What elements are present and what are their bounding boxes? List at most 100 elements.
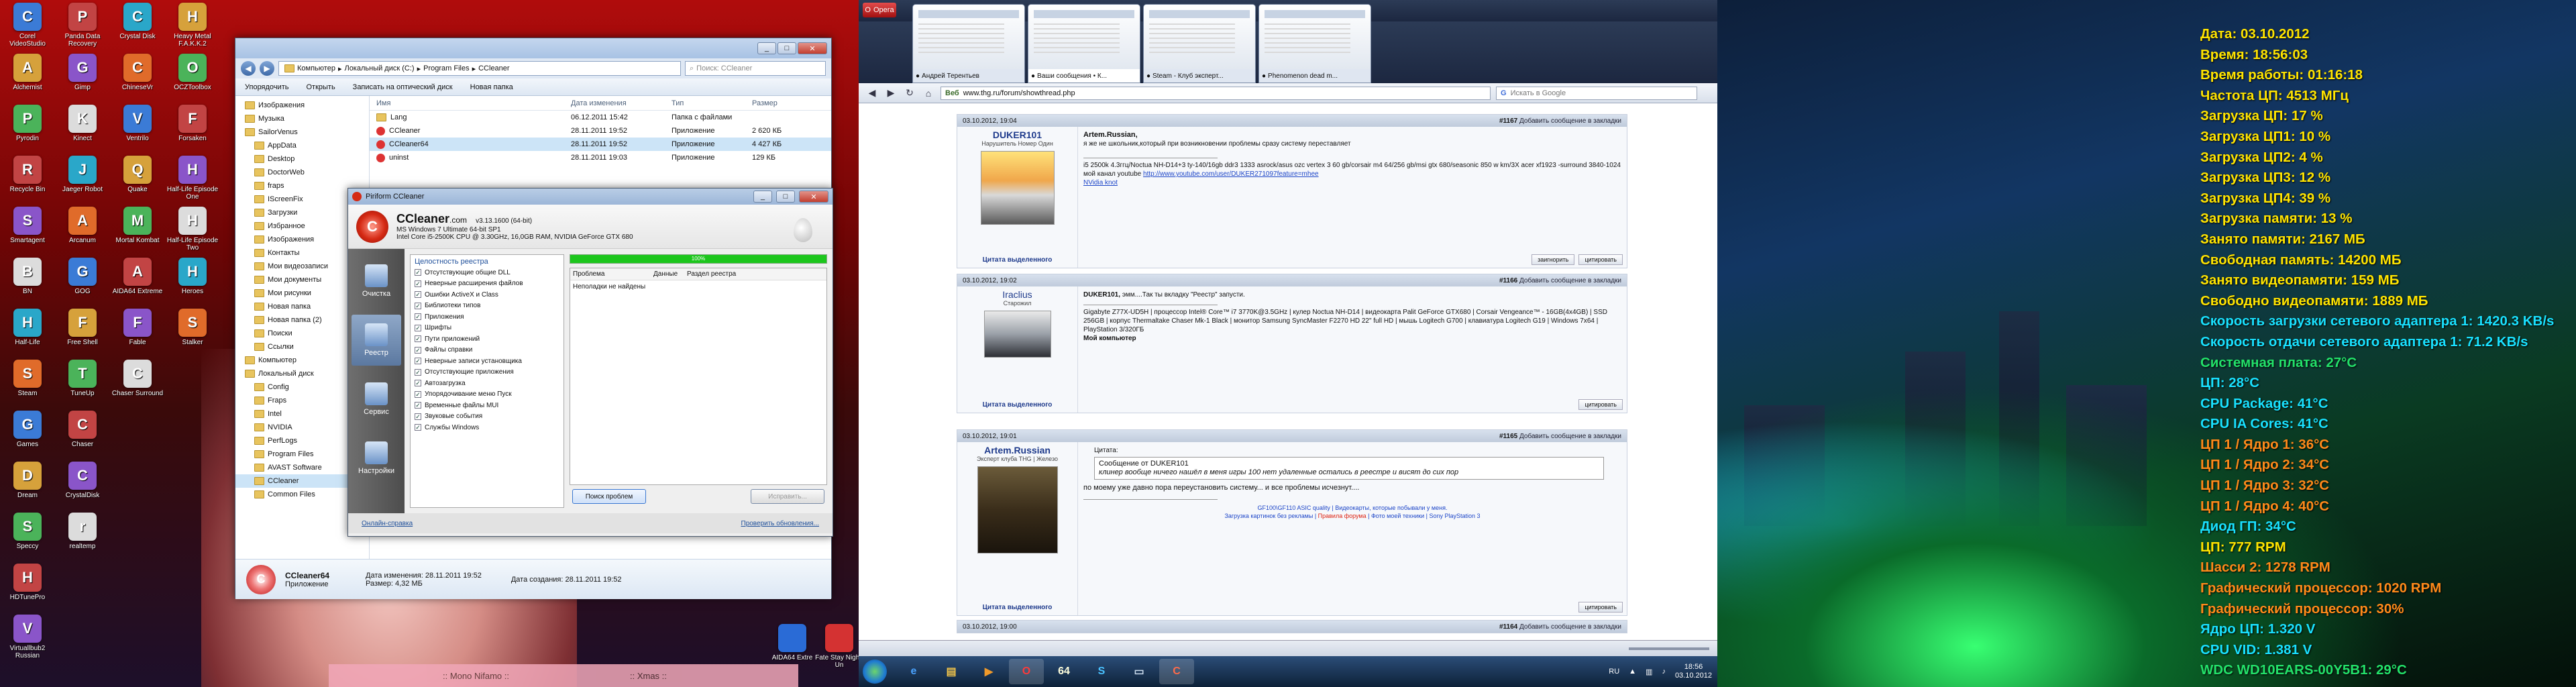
post-username[interactable]: DUKER101 bbox=[993, 129, 1042, 140]
checkbox[interactable]: ✓ bbox=[415, 380, 421, 387]
youtube-link[interactable]: http://www.youtube.com/user/DUKER271097f… bbox=[1143, 170, 1319, 178]
forward-arrow-icon[interactable]: ▶ bbox=[260, 61, 274, 76]
desktop-shortcut[interactable]: G Gimp bbox=[55, 54, 110, 106]
desktop-shortcut[interactable]: r realtemp bbox=[55, 513, 110, 565]
col-problem[interactable]: Проблема bbox=[573, 270, 653, 278]
tree-item[interactable]: SailorVenus bbox=[235, 125, 369, 139]
nav-registry[interactable]: Реестр bbox=[352, 315, 401, 366]
desktop-shortcut[interactable]: H HDTunePro bbox=[0, 564, 55, 616]
reload-icon[interactable]: ↻ bbox=[903, 87, 916, 100]
desktop-shortcut[interactable]: Fate Stay Night: Un bbox=[812, 624, 859, 676]
checkbox[interactable]: ✓ bbox=[415, 413, 421, 420]
desktop-shortcut[interactable]: M Mortal Kombat bbox=[110, 207, 165, 259]
aida64-icon[interactable]: 64 bbox=[1046, 659, 1081, 684]
desktop-shortcut[interactable]: H Heroes bbox=[165, 258, 220, 310]
ccleaner-taskbar-icon[interactable]: C bbox=[1159, 659, 1194, 684]
desktop-shortcut[interactable]: S Speccy bbox=[0, 513, 55, 565]
bookmark-link[interactable]: Добавить сообщение в закладки bbox=[1519, 623, 1621, 631]
desktop-shortcut[interactable]: C Chaser bbox=[55, 411, 110, 463]
desktop-shortcut[interactable]: J Jaeger Robot bbox=[55, 156, 110, 208]
col-size[interactable]: Размер bbox=[752, 99, 826, 107]
signature-line2[interactable]: Загрузка картинок без рекламы bbox=[1224, 513, 1313, 519]
registry-option[interactable]: ✓ Приложения bbox=[415, 311, 559, 323]
bookmark-link[interactable]: Добавить сообщение в закладки bbox=[1519, 433, 1621, 440]
bookmark-link[interactable]: Добавить сообщение в закладки bbox=[1519, 117, 1621, 125]
breadcrumb-ccleaner[interactable]: CCleaner bbox=[478, 64, 509, 72]
desktop-shortcut[interactable]: R Recycle Bin bbox=[0, 156, 55, 208]
col-name[interactable]: Имя bbox=[376, 99, 571, 107]
desktop-shortcut[interactable]: H Half-Life Episode One bbox=[165, 156, 220, 208]
ccleaner-close-button[interactable]: ✕ bbox=[799, 191, 828, 203]
burn-button[interactable]: Записать на оптический диск bbox=[353, 83, 453, 91]
tray-clock[interactable]: 18:56 03.10.2012 bbox=[1675, 663, 1712, 680]
desktop-shortcut[interactable]: C CrystalDisk bbox=[55, 462, 110, 514]
signature-line1[interactable]: GF100\GF110 ASIC quality | Видеокарты, к… bbox=[1083, 504, 1621, 512]
desktop-shortcut[interactable]: S Stalker bbox=[165, 309, 220, 361]
breadcrumb-disk[interactable]: Локальный диск (C:) bbox=[344, 64, 414, 72]
tree-item[interactable]: DoctorWeb bbox=[235, 166, 369, 179]
forward-icon[interactable]: ▶ bbox=[884, 87, 898, 100]
ccleaner-titlebar[interactable]: Piriform CCleaner _ □ ✕ bbox=[348, 189, 833, 205]
tree-item[interactable]: Музыка bbox=[235, 112, 369, 125]
registry-option[interactable]: ✓ Файлы справки bbox=[415, 345, 559, 356]
ignore-button[interactable]: заигнорить bbox=[1532, 254, 1575, 265]
online-help-link[interactable]: Онлайн-справка bbox=[362, 520, 413, 527]
avatar[interactable] bbox=[980, 151, 1055, 225]
desktop-shortcut[interactable]: O OCZToolbox bbox=[165, 54, 220, 106]
registry-option[interactable]: ✓ Ошибки ActiveX и Class bbox=[415, 289, 559, 301]
registry-option[interactable]: ✓ Неверные расширения файлов bbox=[415, 278, 559, 290]
tab-1[interactable]: ● Андрей Терентьев bbox=[912, 4, 1025, 83]
desktop-shortcut[interactable]: G Games bbox=[0, 411, 55, 463]
quote-button[interactable]: цитировать bbox=[1578, 399, 1623, 410]
tree-item[interactable]: AppData bbox=[235, 139, 369, 152]
tab-4[interactable]: ● Phenomenon dead m... bbox=[1258, 4, 1371, 83]
col-data[interactable]: Данные bbox=[653, 270, 687, 278]
quote-button[interactable]: цитировать bbox=[1578, 254, 1623, 265]
skype-icon[interactable]: S bbox=[1084, 659, 1119, 684]
desktop-shortcut[interactable]: S Steam bbox=[0, 360, 55, 412]
desktop-shortcut[interactable]: S Smartagent bbox=[0, 207, 55, 259]
google-search-input[interactable]: G Искать в Google bbox=[1496, 86, 1697, 100]
registry-option[interactable]: ✓ Отсутствующие общие DLL bbox=[415, 267, 559, 278]
post-username[interactable]: Artem.Russian bbox=[984, 445, 1051, 456]
desktop-shortcut[interactable]: H Half-Life bbox=[0, 309, 55, 361]
file-row[interactable]: uninst 28.11.2011 19:03 Приложение 129 КБ bbox=[370, 151, 831, 164]
my-computer-link[interactable]: Мой компьютер bbox=[1083, 334, 1621, 343]
post-number[interactable]: #1165 bbox=[1499, 433, 1517, 440]
check-updates-link[interactable]: Проверить обновления... bbox=[741, 520, 820, 527]
tree-item[interactable]: Desktop bbox=[235, 152, 369, 166]
desktop-shortcut[interactable]: D Dream bbox=[0, 462, 55, 514]
desktop-shortcut[interactable]: F Free Shell bbox=[55, 309, 110, 361]
minimize-button[interactable]: _ bbox=[757, 42, 776, 54]
close-button[interactable]: ✕ bbox=[798, 42, 827, 54]
nav-tools[interactable]: Сервис bbox=[352, 374, 401, 425]
bookmark-link[interactable]: Добавить сообщение в закладки bbox=[1519, 277, 1621, 284]
media-player-icon[interactable]: ▶ bbox=[971, 659, 1006, 684]
post-number[interactable]: #1167 bbox=[1499, 117, 1517, 125]
maximize-button[interactable]: □ bbox=[777, 42, 796, 54]
tab-2[interactable]: ● Ваши сообщения • К... bbox=[1028, 4, 1140, 83]
desktop-shortcut[interactable]: H Half-Life Episode Two bbox=[165, 207, 220, 259]
registry-option[interactable]: ✓ Отсутствующие приложения bbox=[415, 367, 559, 378]
url-input[interactable]: Веб www.thg.ru/forum/showthread.php bbox=[941, 86, 1491, 100]
quote-button[interactable]: цитировать bbox=[1578, 602, 1623, 613]
zoom-slider[interactable] bbox=[1629, 647, 1709, 650]
tab-3[interactable]: ● Steam - Клуб эксперт... bbox=[1143, 4, 1256, 83]
checkbox[interactable]: ✓ bbox=[415, 280, 421, 287]
file-row[interactable]: CCleaner64 28.11.2011 19:52 Приложение 4 42… bbox=[370, 138, 831, 151]
desktop-shortcut[interactable]: A Alchemist bbox=[0, 54, 55, 106]
col-type[interactable]: Тип bbox=[672, 99, 752, 107]
file-row[interactable]: CCleaner 28.11.2011 19:52 Приложение 2 620 … bbox=[370, 124, 831, 138]
registry-option[interactable]: ✓ Упорядочивание меню Пуск bbox=[415, 389, 559, 401]
desktop-shortcut[interactable]: G GOG bbox=[55, 258, 110, 310]
post-number[interactable]: #1166 bbox=[1499, 277, 1517, 284]
desktop-shortcut[interactable]: P Panda Data Recovery bbox=[55, 3, 110, 55]
desktop-shortcut[interactable]: A AIDA64 Extreme bbox=[110, 258, 165, 310]
ie-icon[interactable]: e bbox=[896, 659, 931, 684]
checkbox[interactable]: ✓ bbox=[415, 291, 421, 299]
avatar[interactable] bbox=[977, 466, 1058, 553]
col-date[interactable]: Дата изменения bbox=[571, 99, 672, 107]
scan-issues-button[interactable]: Поиск проблем bbox=[572, 489, 646, 504]
back-icon[interactable]: ◀ bbox=[865, 87, 879, 100]
post-username[interactable]: Iraclius bbox=[1002, 289, 1032, 300]
